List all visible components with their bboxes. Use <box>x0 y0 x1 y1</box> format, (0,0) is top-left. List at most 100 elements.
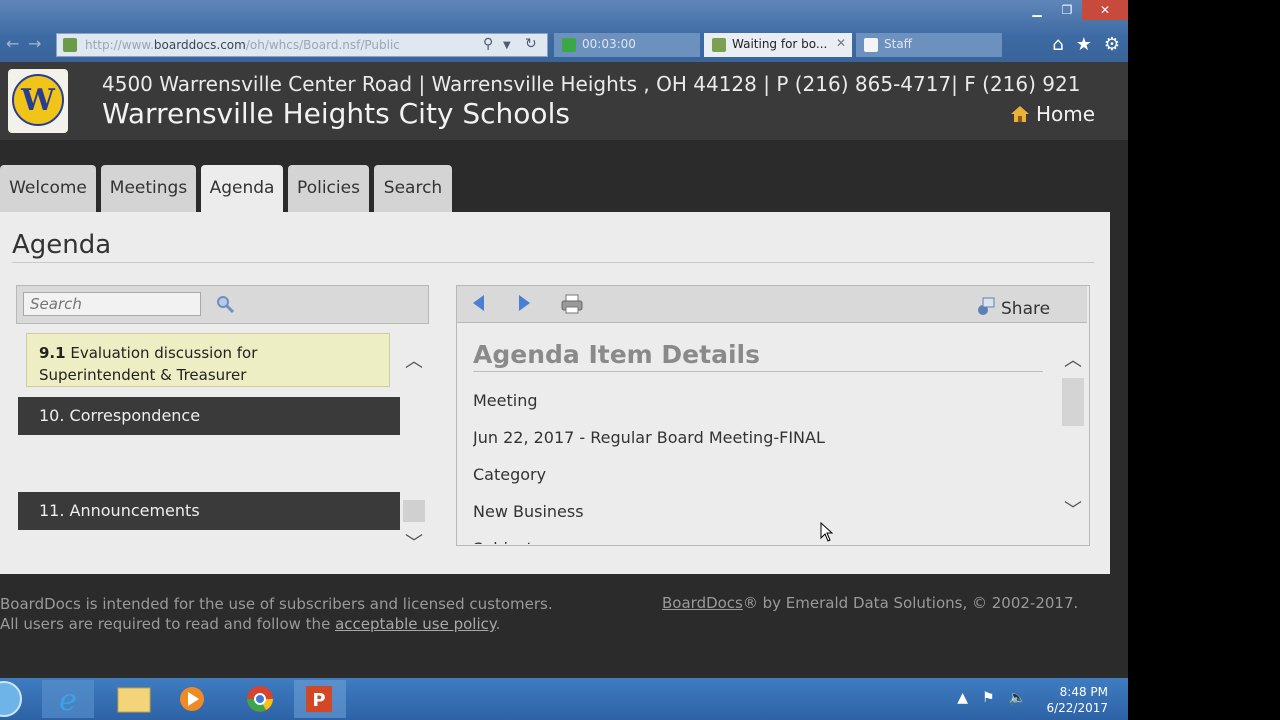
agenda-search-bar <box>16 285 429 324</box>
item-details-content: Agenda Item Details Meeting Jun 22, 2017… <box>473 340 1045 544</box>
browser-tab-timer[interactable]: 00:03:00 <box>554 33 700 57</box>
browser-chrome: ▁ ❐ ✕ ← → http://www.boarddocs.com/oh/wh… <box>0 0 1128 62</box>
dropdown-icon[interactable]: ▼ <box>503 40 511 51</box>
volume-icon[interactable]: 🔈 <box>1009 690 1026 706</box>
svg-text:e: e <box>59 683 77 718</box>
home-link[interactable]: Home <box>1010 102 1095 126</box>
windows-taskbar: e P ▲ ⚑ 🔈 8:48 PM 6/22/2017 <box>0 678 1128 720</box>
tab-policies[interactable]: Policies <box>288 165 369 212</box>
tab-label: Staff <box>884 37 912 51</box>
boarddocs-link[interactable]: BoardDocs <box>662 594 743 612</box>
main-nav: Welcome Meetings Agenda Policies Search <box>0 140 1128 212</box>
browser-tab-staff[interactable]: Staff <box>856 33 1002 57</box>
tab-search[interactable]: Search <box>374 165 452 212</box>
print-icon[interactable] <box>561 294 583 314</box>
home-icon[interactable]: ⌂ <box>1052 34 1063 55</box>
field-category-value: New Business <box>473 502 584 521</box>
internet-explorer-icon[interactable]: e <box>42 680 94 718</box>
search-icon[interactable]: ⚲ <box>483 36 493 52</box>
system-clock[interactable]: 8:48 PM 6/22/2017 <box>1046 684 1108 716</box>
footer-brand: BoardDocs® by Emerald Data Solutions, © … <box>662 594 1078 612</box>
page-footer: BoardDocs is intended for the use of sub… <box>0 574 1128 678</box>
file-explorer-icon[interactable] <box>108 680 160 718</box>
section-announcements[interactable]: 11. Announcements <box>18 492 400 530</box>
tab-label: Waiting for bo... <box>732 37 828 51</box>
school-address: 4500 Warrensville Center Road | Warrensv… <box>102 72 1081 96</box>
acceptable-use-policy-link[interactable]: acceptable use policy <box>335 615 496 633</box>
address-bar[interactable]: http://www.boarddocs.com/oh/whcs/Board.n… <box>56 33 548 57</box>
chrome-icon[interactable] <box>234 680 286 718</box>
footer-text: All users are required to read and follo… <box>0 615 336 633</box>
agenda-search-input[interactable] <box>23 292 201 316</box>
field-meeting-label: Meeting <box>473 391 538 410</box>
maximize-icon[interactable]: ❐ <box>1052 0 1082 20</box>
agenda-list-scrollbar[interactable]: ︿ ﹀ <box>401 325 427 574</box>
show-hidden-icons-icon[interactable]: ▲ <box>957 690 968 706</box>
mouse-cursor-icon <box>820 522 834 542</box>
scroll-thumb[interactable] <box>1062 378 1084 426</box>
browser-tab-waiting[interactable]: Waiting for bo... ✕ <box>704 33 852 57</box>
start-orb-icon[interactable] <box>0 680 26 718</box>
tab-welcome[interactable]: Welcome <box>0 165 96 212</box>
timer-icon <box>562 38 576 52</box>
title-divider <box>12 262 1094 263</box>
site-favicon-icon <box>712 38 726 52</box>
back-icon[interactable]: ← <box>6 34 19 53</box>
field-subject-label: Subject <box>473 530 1045 544</box>
close-window-icon[interactable]: ✕ <box>1082 0 1128 20</box>
window-controls: ▁ ❐ ✕ <box>1022 0 1128 22</box>
search-icon[interactable] <box>215 294 235 314</box>
previous-item-icon[interactable] <box>473 295 484 311</box>
chevron-up-icon[interactable]: ︿ <box>405 347 423 373</box>
clock-time: 8:48 PM <box>1059 685 1108 699</box>
field-meeting-value: Jun 22, 2017 - Regular Board Meeting-FIN… <box>473 428 825 447</box>
share-icon <box>978 297 995 315</box>
footer-line-1: BoardDocs is intended for the use of sub… <box>0 595 553 613</box>
tab-meetings[interactable]: Meetings <box>101 165 196 212</box>
clock-date: 6/22/2017 <box>1046 701 1108 715</box>
forward-icon[interactable]: → <box>28 34 41 53</box>
footer-text: . <box>495 615 501 633</box>
site-favicon-icon <box>63 38 77 52</box>
system-tray: ▲ ⚑ 🔈 <box>957 690 1026 706</box>
footer-disclaimer: BoardDocs is intended for the use of sub… <box>0 594 553 634</box>
chevron-down-icon[interactable]: ﹀ <box>405 529 423 555</box>
favorites-star-icon[interactable]: ★ <box>1076 34 1092 55</box>
page-title: Agenda <box>12 230 112 260</box>
chevron-down-icon[interactable]: ﹀ <box>1064 496 1082 522</box>
field-category-label: Category <box>473 465 547 484</box>
action-center-flag-icon[interactable]: ⚑ <box>982 690 995 706</box>
chevron-up-icon[interactable]: ︿ <box>1064 346 1082 372</box>
refresh-icon[interactable]: ↻ <box>525 36 537 52</box>
house-icon <box>1011 106 1029 122</box>
media-player-icon[interactable] <box>166 680 218 718</box>
share-label: Share <box>1001 299 1051 319</box>
minimize-icon[interactable]: ▁ <box>1022 0 1052 20</box>
home-label: Home <box>1036 102 1096 126</box>
school-name: Warrensville Heights City Schools <box>102 97 570 130</box>
url-text: http://www.boarddocs.com/oh/whcs/Board.n… <box>85 38 400 52</box>
item-number: 9.1 <box>39 344 66 362</box>
staff-favicon-icon <box>864 38 878 52</box>
footer-copyright: ® by Emerald Data Solutions, © 2002-2017… <box>742 594 1079 612</box>
logo-letter-icon: W <box>21 83 55 118</box>
details-scrollbar[interactable]: ︿ ﹀ <box>1060 326 1086 542</box>
share-button[interactable]: Share <box>975 292 1050 319</box>
settings-gear-icon[interactable]: ⚙ <box>1104 34 1120 55</box>
tab-agenda[interactable]: Agenda <box>201 165 283 212</box>
agenda-list: 9.1 Evaluation discussion for Superinten… <box>16 325 400 574</box>
agenda-item-9-1[interactable]: 9.1 Evaluation discussion for Superinten… <box>26 333 390 387</box>
browser-toolbar-right: ⌂ ★ ⚙ <box>1052 34 1120 55</box>
section-correspondence[interactable]: 10. Correspondence <box>18 397 400 435</box>
scroll-thumb[interactable] <box>403 500 425 522</box>
item-text: Evaluation discussion for Superintendent… <box>39 344 258 384</box>
school-logo: W <box>8 69 68 133</box>
close-tab-icon[interactable]: ✕ <box>836 36 846 50</box>
powerpoint-icon[interactable]: P <box>294 680 346 718</box>
next-item-icon[interactable] <box>519 295 530 311</box>
details-toolbar: Share <box>457 286 1087 323</box>
tab-label: 00:03:00 <box>582 37 636 51</box>
item-details-pane: Share Agenda Item Details Meeting Jun 22… <box>456 285 1090 546</box>
svg-text:P: P <box>312 690 325 711</box>
footer-line-2: All users are required to read and follo… <box>0 614 553 634</box>
